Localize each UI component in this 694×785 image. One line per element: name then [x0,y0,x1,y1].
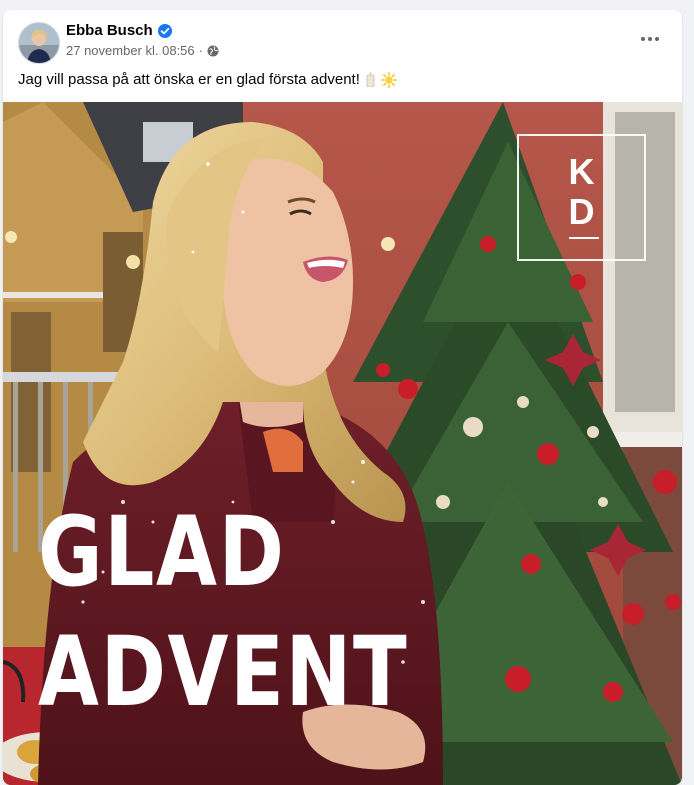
candle-emoji [366,72,375,88]
post-image[interactable]: K D GLAD ADVENT [3,102,682,785]
post-card: Ebba Busch 27 november kl. 08:56 · Jag v… [3,10,682,785]
globe-icon[interactable] [207,45,219,57]
post-text: Jag vill passa på att önska er en glad f… [18,71,397,88]
author-name-label[interactable]: Ebba Busch [66,22,153,39]
overlay-glad: GLAD [38,496,286,608]
sun-emoji [380,71,397,88]
kd-logo-k: K [568,151,595,192]
avatar[interactable] [18,22,60,64]
verified-badge-icon [157,23,172,38]
post-timestamp[interactable]: 27 november kl. 08:56 [66,43,195,58]
more-dot [648,37,652,41]
post-text-body: Jag vill passa på att önska er en glad f… [18,71,360,88]
overlay-advent: ADVENT [38,616,409,728]
author-name[interactable]: Ebba Busch [66,22,172,39]
kd-logo: K D [517,134,646,261]
more-dot [641,37,645,41]
meta-separator: · [198,43,203,58]
kd-logo-underline [569,237,599,239]
more-dot [655,37,659,41]
post-header: Ebba Busch 27 november kl. 08:56 · Jag v… [3,10,682,100]
more-options-icon[interactable] [632,26,668,52]
post-meta: 27 november kl. 08:56 · [66,43,219,58]
kd-logo-d: D [568,191,595,232]
avatar-image [19,23,59,63]
